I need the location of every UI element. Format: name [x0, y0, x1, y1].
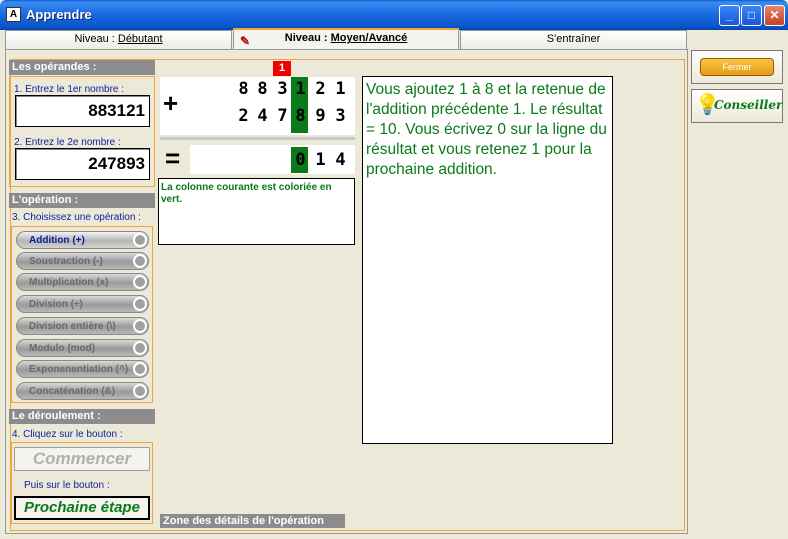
row2-digit: 8 — [295, 106, 306, 126]
addition-button[interactable]: Addition (+) — [16, 231, 149, 249]
spiral-icon — [133, 319, 147, 333]
tab-moyen-avance[interactable]: ✎ Niveau : Moyen/Avancé — [233, 28, 459, 50]
spiral-icon — [133, 233, 147, 247]
concatenation-button[interactable]: Concaténation (&) — [16, 382, 149, 400]
division-button[interactable]: Division (÷) — [16, 295, 149, 313]
spiral-icon — [133, 341, 147, 355]
spiral-icon — [133, 297, 147, 311]
tab-debutant[interactable]: Niveau : Débutant — [5, 30, 232, 49]
division-entiere-button[interactable]: Division entière (\) — [16, 317, 149, 335]
puis-label: Puis sur le bouton : — [24, 480, 110, 491]
commencer-button[interactable]: Commencer — [14, 447, 150, 471]
operande1-field[interactable]: 883121 — [15, 95, 150, 127]
plus-sign: + — [163, 88, 179, 118]
level-tabs: Niveau : Débutant ✎ Niveau : Moyen/Avanc… — [5, 28, 688, 50]
operande1-label: 1. Entrez le 1er nombre : — [14, 84, 125, 95]
prochaine-etape-button[interactable]: Prochaine étape — [14, 496, 150, 520]
title-bar: A Apprendre _ □ ✕ — [0, 0, 788, 30]
row2-digit: 7 — [277, 106, 288, 126]
zone-details-label: Zone des détails de l'opération — [160, 514, 345, 528]
conseiller-label: Conseiller — [714, 98, 783, 112]
row2-digit: 9 — [315, 106, 326, 126]
result-area — [190, 145, 355, 174]
deroulement-header: Le déroulement : — [9, 409, 155, 424]
hint-text: La colonne courante est coloriée en vert… — [158, 178, 355, 245]
exponentiation-button[interactable]: Exponenentiation (^) — [16, 360, 149, 378]
operande2-field[interactable]: 247893 — [15, 148, 150, 180]
operation-header: L'opération : — [9, 193, 155, 208]
row2-digit: 4 — [257, 106, 268, 126]
window-title: Apprendre — [26, 7, 92, 22]
row2-digit: 3 — [335, 106, 346, 126]
tab-entrainer[interactable]: S'entraîner — [460, 30, 687, 49]
row1-digit: 3 — [277, 79, 288, 99]
sum-separator — [160, 137, 355, 140]
fermer-button[interactable]: Fermer — [691, 50, 783, 84]
modulo-button[interactable]: Modulo (mod) — [16, 339, 149, 357]
deroulement-instruction: 4. Cliquez sur le bouton : — [12, 429, 123, 440]
conseiller-button[interactable]: 💡 Conseiller — [691, 89, 783, 123]
result-digit: 1 — [315, 150, 326, 170]
spiral-icon — [133, 384, 147, 398]
result-digit: 0 — [295, 150, 306, 170]
row1-digit: 1 — [335, 79, 346, 99]
row1-digit: 2 — [315, 79, 326, 99]
close-button[interactable]: ✕ — [764, 5, 785, 26]
operandes-header: Les opérandes : — [9, 60, 155, 75]
minimize-button[interactable]: _ — [719, 5, 740, 26]
soustraction-button[interactable]: Soustraction (-) — [16, 252, 149, 270]
lightbulb-icon: 💡 — [695, 94, 720, 116]
explanation-text: Vous ajoutez 1 à 8 et la retenue de l'ad… — [362, 76, 613, 444]
equals-sign: = — [165, 143, 181, 173]
row1-digit: 1 — [295, 79, 306, 99]
pencil-icon: ✎ — [240, 34, 251, 48]
row1-digit: 8 — [238, 79, 249, 99]
spiral-icon — [133, 275, 147, 289]
app-icon[interactable]: A — [6, 7, 21, 22]
window-bottom-edge — [0, 534, 788, 539]
multiplication-button[interactable]: Multiplication (x) — [16, 273, 149, 291]
operande2-label: 2. Entrez le 2e nombre : — [14, 137, 121, 148]
row2-digit: 2 — [238, 106, 249, 126]
maximize-button[interactable]: □ — [741, 5, 762, 26]
result-digit: 4 — [335, 150, 346, 170]
fermer-label: Fermer — [700, 58, 774, 76]
spiral-icon — [133, 362, 147, 376]
carry-digit: 1 — [273, 61, 291, 76]
operation-instruction: 3. Choisissez une opération : — [12, 212, 141, 223]
spiral-icon — [133, 254, 147, 268]
row1-digit: 8 — [257, 79, 268, 99]
